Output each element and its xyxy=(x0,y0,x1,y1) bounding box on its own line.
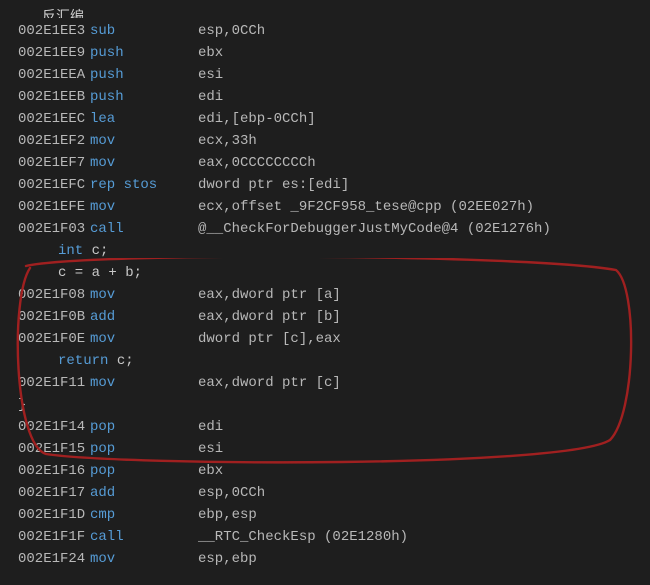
mnemonic: push xyxy=(90,42,198,64)
address: 002E1F08 xyxy=(0,284,90,306)
operands: eax,dword ptr [c] xyxy=(198,372,650,394)
address: 002E1EE9 xyxy=(0,42,90,64)
asm-line[interactable]: 002E1F1Dcmpebp,esp xyxy=(0,504,650,526)
address: 002E1EE3 xyxy=(0,20,90,42)
operands: edi xyxy=(198,86,650,108)
operands: edi xyxy=(198,416,650,438)
panel-title-fragment: 反汇编 xyxy=(0,6,650,18)
mnemonic: call xyxy=(90,526,198,548)
asm-line[interactable]: 002E1F24movesp,ebp xyxy=(0,548,650,570)
operands: esi xyxy=(198,64,650,86)
asm-line[interactable]: 002E1EECleaedi,[ebp-0CCh] xyxy=(0,108,650,130)
address: 002E1EF2 xyxy=(0,130,90,152)
operands: eax,dword ptr [a] xyxy=(198,284,650,306)
mnemonic: cmp xyxy=(90,504,198,526)
address: 002E1EEA xyxy=(0,64,90,86)
address: 002E1F1D xyxy=(0,504,90,526)
mnemonic: sub xyxy=(90,20,198,42)
operands: dword ptr es:[edi] xyxy=(198,174,650,196)
operands: edi,[ebp-0CCh] xyxy=(198,108,650,130)
asm-line[interactable]: 002E1F08moveax,dword ptr [a] xyxy=(0,284,650,306)
asm-line[interactable]: 002E1F0Emovdword ptr [c],eax xyxy=(0,328,650,350)
mnemonic: mov xyxy=(90,328,198,350)
address: 002E1F0B xyxy=(0,306,90,328)
address: 002E1F15 xyxy=(0,438,90,460)
operands: dword ptr [c],eax xyxy=(198,328,650,350)
address: 002E1EFC xyxy=(0,174,90,196)
mnemonic: mov xyxy=(90,130,198,152)
operands: eax,dword ptr [b] xyxy=(198,306,650,328)
source-line[interactable]: c = a + b; xyxy=(0,262,650,284)
operands: ebx xyxy=(198,42,650,64)
mnemonic: pop xyxy=(90,438,198,460)
asm-line[interactable]: 002E1EFCrep stosdword ptr es:[edi] xyxy=(0,174,650,196)
asm-line[interactable]: 002E1F16popebx xyxy=(0,460,650,482)
disassembly-panel: 反汇编 002E1EE3subesp,0CCh002E1EE9pushebx00… xyxy=(0,0,650,585)
operands: esp,0CCh xyxy=(198,482,650,504)
mnemonic: add xyxy=(90,306,198,328)
address: 002E1EEC xyxy=(0,108,90,130)
mnemonic: mov xyxy=(90,548,198,570)
source-text: c; xyxy=(108,350,133,372)
asm-line[interactable]: 002E1F11moveax,dword ptr [c] xyxy=(0,372,650,394)
asm-line[interactable]: 002E1F14popedi xyxy=(0,416,650,438)
mnemonic: mov xyxy=(90,196,198,218)
mnemonic: push xyxy=(90,86,198,108)
asm-line[interactable]: 002E1F0Baddeax,dword ptr [b] xyxy=(0,306,650,328)
operands: @__CheckForDebuggerJustMyCode@4 (02E1276… xyxy=(198,218,650,240)
mnemonic: pop xyxy=(90,460,198,482)
operands: ebp,esp xyxy=(198,504,650,526)
address: 002E1EF7 xyxy=(0,152,90,174)
asm-line[interactable]: 002E1F03call@__CheckForDebuggerJustMyCod… xyxy=(0,218,650,240)
address: 002E1F0E xyxy=(0,328,90,350)
address: 002E1F16 xyxy=(0,460,90,482)
asm-line[interactable]: 002E1F17addesp,0CCh xyxy=(0,482,650,504)
source-text: c = a + b; xyxy=(58,262,142,284)
mnemonic: pop xyxy=(90,416,198,438)
address: 002E1F1F xyxy=(0,526,90,548)
keyword: return xyxy=(58,350,108,372)
operands: esi xyxy=(198,438,650,460)
asm-line[interactable]: 002E1EF2movecx,33h xyxy=(0,130,650,152)
address: 002E1F17 xyxy=(0,482,90,504)
address: 002E1F14 xyxy=(0,416,90,438)
asm-line[interactable]: 002E1EF7moveax,0CCCCCCCCh xyxy=(0,152,650,174)
mnemonic: push xyxy=(90,64,198,86)
address: 002E1F24 xyxy=(0,548,90,570)
asm-line[interactable]: 002E1F1Fcall__RTC_CheckEsp (02E1280h) xyxy=(0,526,650,548)
keyword: int xyxy=(58,240,83,262)
mnemonic: mov xyxy=(90,152,198,174)
operands: esp,ebp xyxy=(198,548,650,570)
mnemonic: lea xyxy=(90,108,198,130)
address: 002E1EEB xyxy=(0,86,90,108)
mnemonic: mov xyxy=(90,284,198,306)
asm-line[interactable]: 002E1EE9pushebx xyxy=(0,42,650,64)
asm-line[interactable]: 002E1EEApushesi xyxy=(0,64,650,86)
source-line[interactable]: return c; xyxy=(0,350,650,372)
address: 002E1EFE xyxy=(0,196,90,218)
mnemonic: call xyxy=(90,218,198,240)
source-text: c; xyxy=(83,240,108,262)
brace-line[interactable]: } xyxy=(0,394,650,416)
asm-line[interactable]: 002E1F15popesi xyxy=(0,438,650,460)
operands: ecx,33h xyxy=(198,130,650,152)
operands: ebx xyxy=(198,460,650,482)
mnemonic: add xyxy=(90,482,198,504)
disassembly-code-area[interactable]: 反汇编 002E1EE3subesp,0CCh002E1EE9pushebx00… xyxy=(0,0,650,570)
asm-line[interactable]: 002E1EFEmovecx,offset _9F2CF958_tese@cpp… xyxy=(0,196,650,218)
operands: esp,0CCh xyxy=(198,20,650,42)
operands: eax,0CCCCCCCCh xyxy=(198,152,650,174)
operands: __RTC_CheckEsp (02E1280h) xyxy=(198,526,650,548)
asm-line[interactable]: 002E1EE3subesp,0CCh xyxy=(0,20,650,42)
address: 002E1F03 xyxy=(0,218,90,240)
address: 002E1F11 xyxy=(0,372,90,394)
asm-line[interactable]: 002E1EEBpushedi xyxy=(0,86,650,108)
source-line[interactable]: int c; xyxy=(0,240,650,262)
mnemonic: rep stos xyxy=(90,174,198,196)
operands: ecx,offset _9F2CF958_tese@cpp (02EE027h) xyxy=(198,196,650,218)
mnemonic: mov xyxy=(90,372,198,394)
